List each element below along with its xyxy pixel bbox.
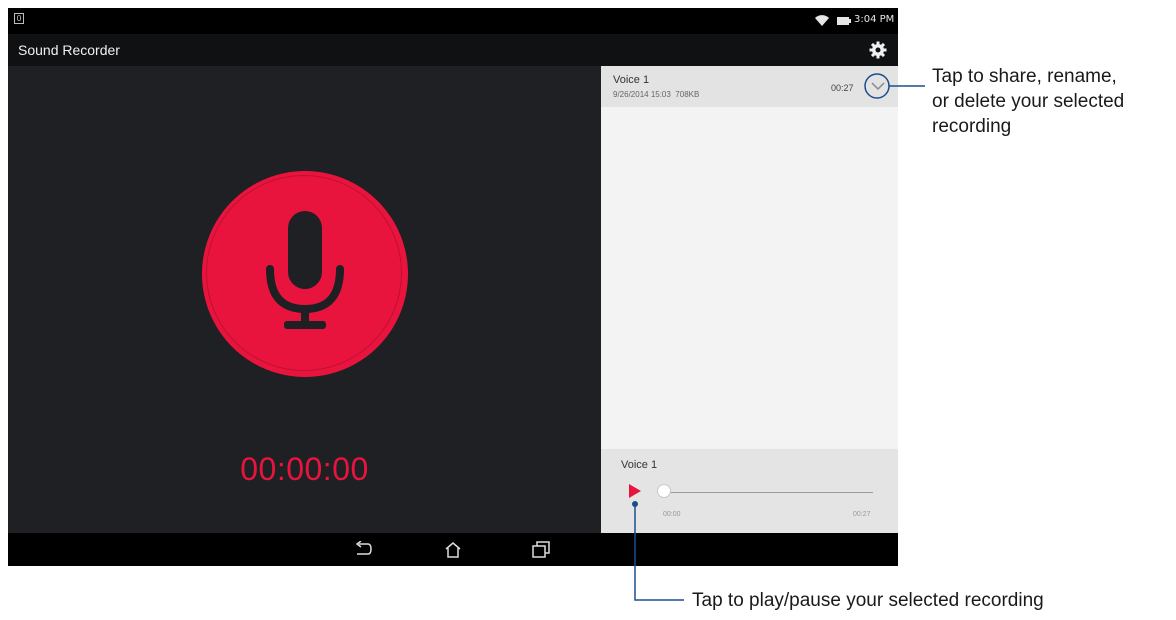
callout-share-rename-delete: Tap to share, rename, or delete your sel…	[932, 64, 1172, 139]
callout-line: or delete your selected	[932, 91, 1125, 112]
callout-line: recording	[932, 116, 1012, 137]
callout-play-pause: Tap to play/pause your selected recordin…	[692, 590, 1044, 611]
callout-line: Tap to share, rename,	[932, 66, 1117, 87]
